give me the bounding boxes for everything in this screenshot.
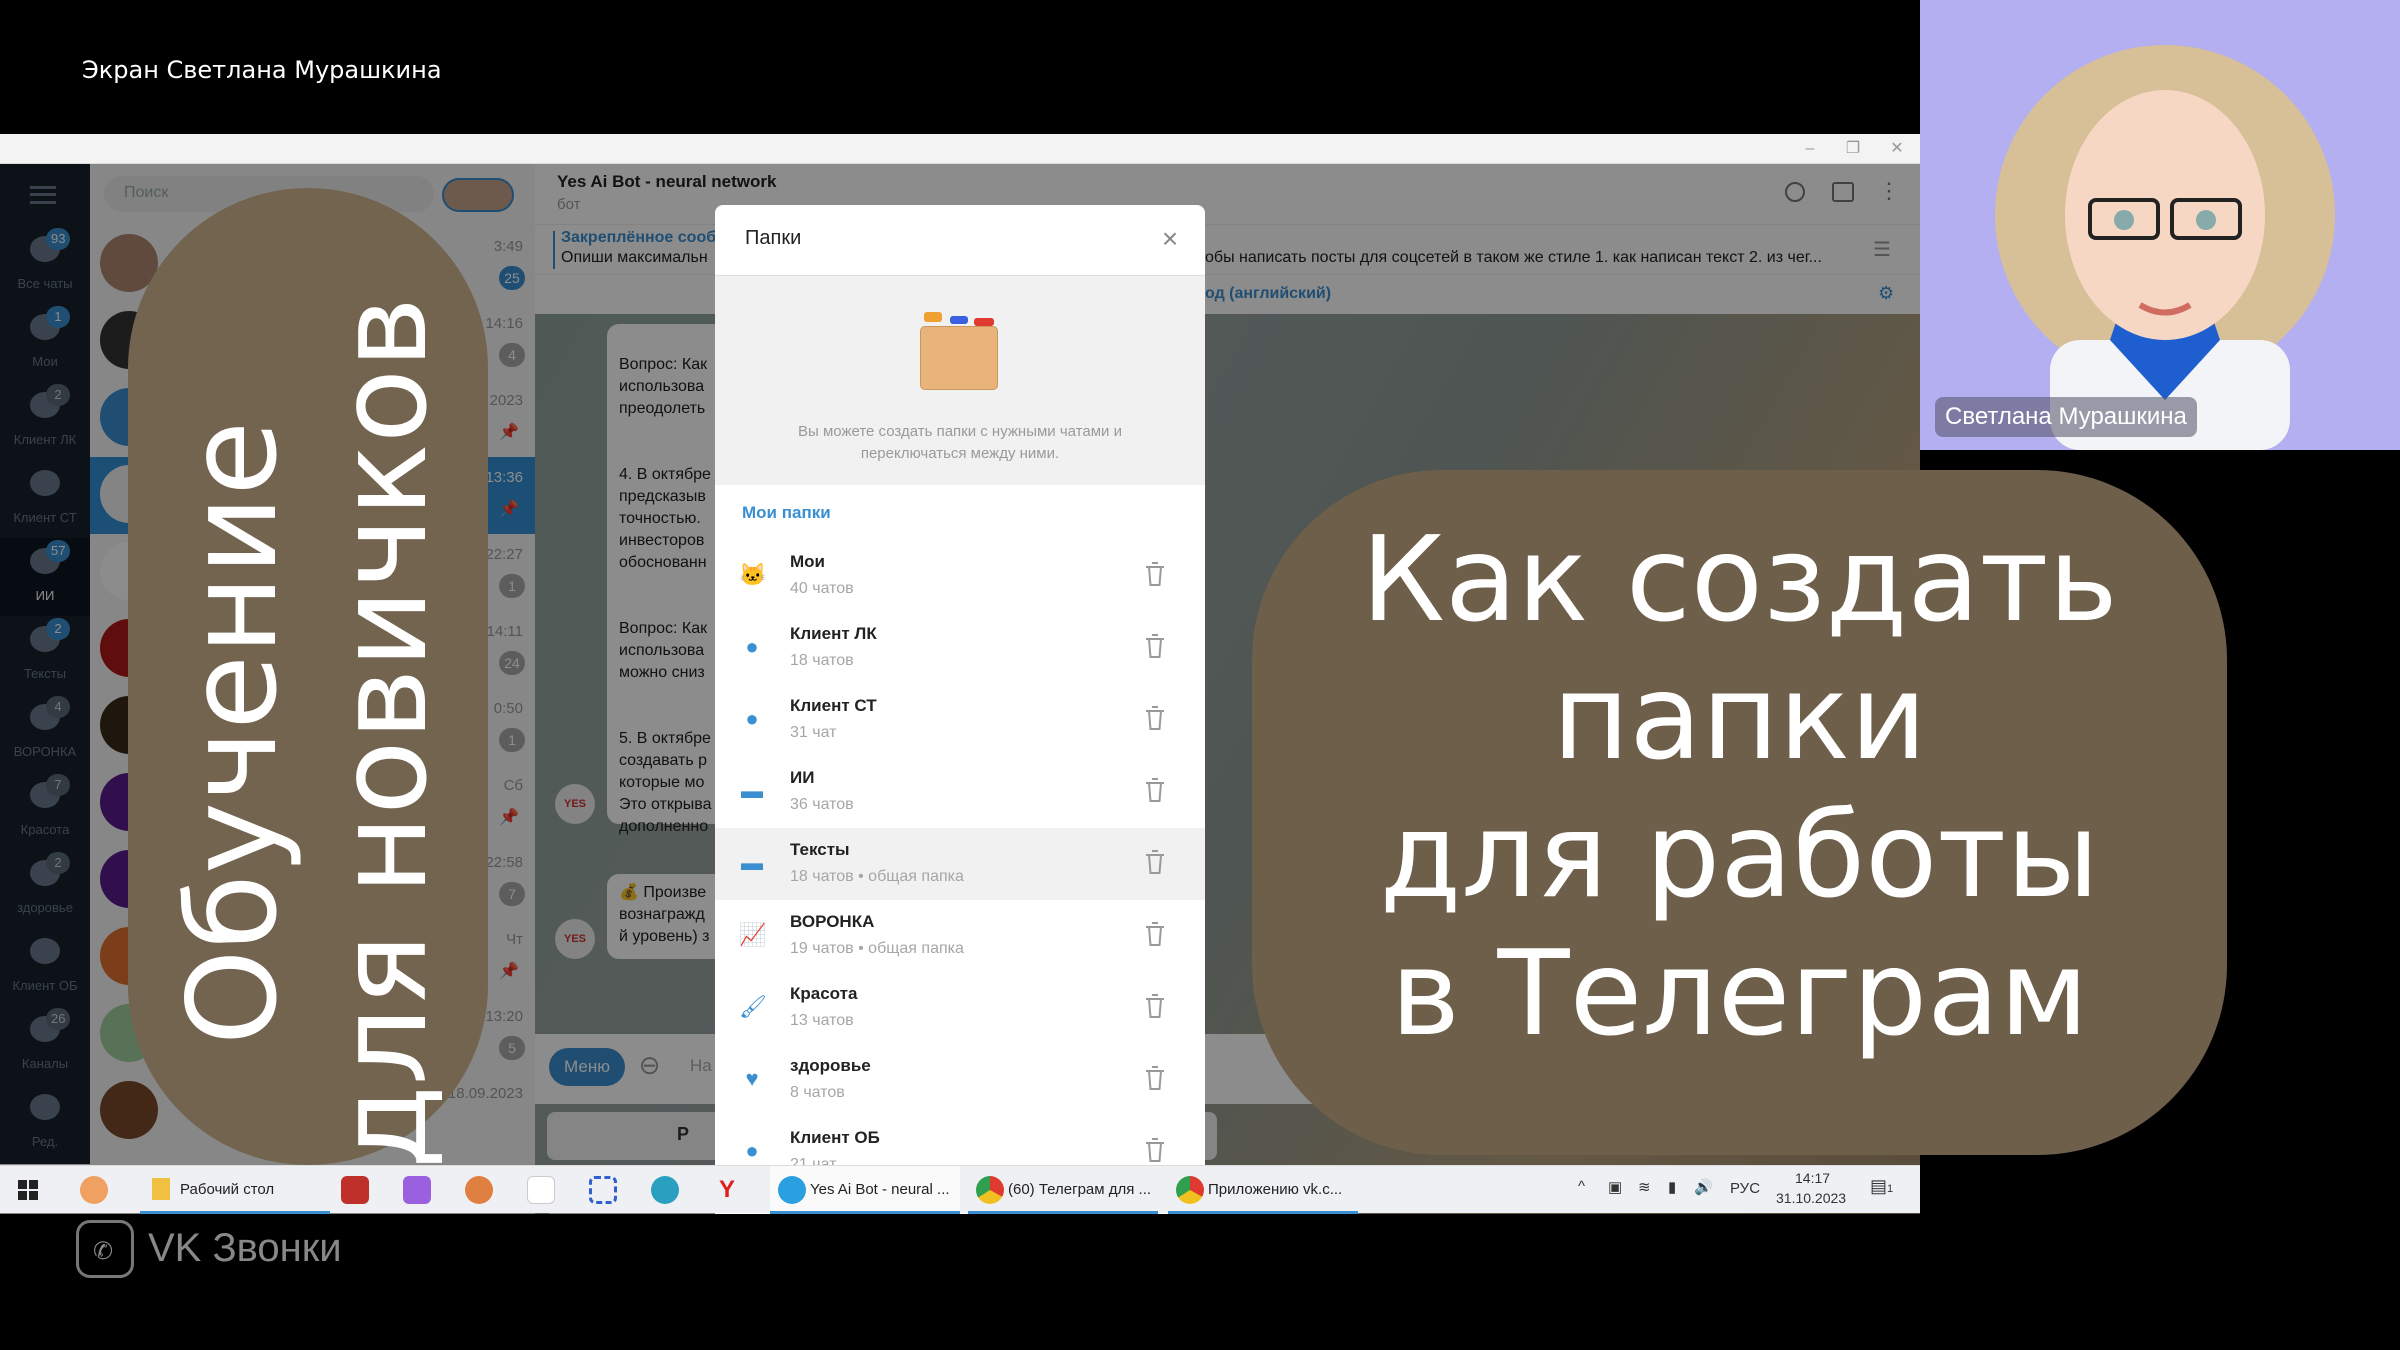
folder-icon: ▬	[741, 850, 763, 875]
taskbar-app-telegram[interactable]: Yes Ai Bot - neural ...	[770, 1166, 960, 1214]
promo-right-line-3: для работы	[1379, 786, 2100, 924]
windows-start-icon[interactable]	[18, 1180, 38, 1200]
folder-chat-count: 31 чат	[790, 724, 837, 741]
folder-chat-count: 8 чатов	[790, 1084, 845, 1101]
trash-icon[interactable]	[1143, 776, 1167, 804]
trash-icon[interactable]	[1143, 920, 1167, 948]
promo-right-line-1: Как создать	[1361, 510, 2118, 648]
folder-name: Мои	[790, 552, 825, 571]
folder-row[interactable]: ♥ здоровье 8 чатов	[715, 1044, 1205, 1116]
folder-row[interactable]: 📈 ВОРОНКА 19 чатов • общая папка	[715, 900, 1205, 972]
volume-icon[interactable]: 🔊	[1694, 1178, 1713, 1196]
trash-icon[interactable]	[1143, 1136, 1167, 1164]
brush-icon: 🖌	[739, 994, 767, 1019]
folder-row[interactable]: 🖌 Красота 13 чатов	[715, 972, 1205, 1044]
screen-share-label: Экран Светлана Мурашкина	[82, 56, 442, 84]
tray-chevron-icon[interactable]: ^	[1578, 1178, 1585, 1195]
notifications-icon[interactable]: ▤1	[1870, 1176, 1893, 1197]
trash-icon[interactable]	[1143, 560, 1167, 588]
person-icon: ●	[745, 634, 759, 659]
folder-name: Красота	[790, 984, 858, 1003]
paint-icon[interactable]	[465, 1176, 493, 1204]
tray-network-icon[interactable]: ▣	[1608, 1178, 1622, 1196]
capcut-icon[interactable]	[527, 1176, 555, 1204]
folder-chat-count: 36 чатов	[790, 796, 854, 813]
taskbar-app-chrome-2[interactable]: Приложению vk.c...	[1168, 1166, 1358, 1214]
close-window-button[interactable]: ✕	[1882, 138, 1912, 160]
folder-name: ИИ	[790, 768, 815, 787]
folder-chat-count: 40 чатов	[790, 580, 854, 597]
close-icon[interactable]: ×	[1155, 223, 1185, 255]
folder-name: Клиент СТ	[790, 696, 877, 715]
edge-icon[interactable]	[651, 1176, 679, 1204]
folder-row[interactable]: ▬ Тексты 18 чатов • общая папка	[715, 828, 1205, 900]
heart-icon: ♥	[745, 1066, 759, 1091]
folder-icon: ▬	[741, 778, 763, 803]
snipping-tool-icon[interactable]	[589, 1176, 617, 1204]
promo-right-text: Как создать папки для работы в Телеграм	[1252, 510, 2227, 1062]
promo-left-text: Обучение для новичков	[158, 288, 458, 1178]
folder-name: Клиент ОБ	[790, 1128, 880, 1147]
participant-video[interactable]	[1920, 0, 2400, 450]
vk-calls-logo-icon: ✆	[76, 1220, 134, 1278]
trash-icon[interactable]	[1143, 632, 1167, 660]
folder-name: ВОРОНКА	[790, 912, 875, 931]
folder-chat-count: 19 чатов • общая папка	[790, 940, 964, 957]
trash-icon[interactable]	[1143, 848, 1167, 876]
my-folders-heading: Мои папки	[742, 503, 831, 522]
folder-row[interactable]: ● Клиент ЛК 18 чатов	[715, 612, 1205, 684]
folder-chat-count: 13 чатов	[790, 1012, 854, 1029]
promo-left-line-1: Обучение	[162, 420, 304, 1046]
folder-row[interactable]: ▬ ИИ 36 чатов	[715, 756, 1205, 828]
promo-right-line-4: в Телеграм	[1390, 924, 2089, 1062]
participant-name-label: Светлана Мурашкина	[1935, 397, 2197, 437]
clock-date[interactable]: 31.10.2023	[1776, 1190, 1846, 1206]
taskbar-app-chrome-1[interactable]: (60) Телеграм для ...	[968, 1166, 1158, 1214]
promo-left-line-2: для новичков	[312, 296, 454, 1170]
vk-calls-brand: VK Звонки	[148, 1226, 342, 1270]
folder-chat-count: 18 чатов • общая папка	[790, 868, 964, 885]
folder-row[interactable]: 🐱 Мои 40 чатов	[715, 540, 1205, 612]
folders-illustration-icon	[918, 312, 1000, 392]
window-titlebar: – ❐ ✕	[0, 134, 1920, 164]
dialog-title: Папки	[745, 227, 802, 249]
clock-time[interactable]: 14:17	[1795, 1170, 1830, 1186]
folders-dialog: Папки × Вы можете создать папки с нужным…	[715, 205, 1205, 1214]
trash-icon[interactable]	[1143, 704, 1167, 732]
restore-button[interactable]: ❐	[1838, 138, 1868, 160]
folder-name: Клиент ЛК	[790, 624, 877, 643]
chart-icon: 📈	[739, 922, 767, 947]
trash-icon[interactable]	[1143, 1064, 1167, 1092]
minimize-button[interactable]: –	[1795, 138, 1825, 160]
language-indicator[interactable]: РУС	[1730, 1180, 1760, 1197]
clipchamp-icon[interactable]	[403, 1176, 431, 1204]
folder-name: здоровье	[790, 1056, 871, 1075]
app-icon[interactable]	[80, 1176, 108, 1204]
dialog-hero: Вы можете создать папки с нужными чатами…	[715, 275, 1205, 485]
dialog-description: Вы можете создать папки с нужными чатами…	[798, 423, 1122, 462]
person-icon: ●	[745, 706, 759, 731]
recorder-app-icon[interactable]	[341, 1176, 369, 1204]
promo-right-line-2: папки	[1552, 648, 1927, 786]
avatar-illustration	[1995, 45, 2335, 450]
folder-chat-count: 18 чатов	[790, 652, 854, 669]
wifi-icon[interactable]: ≋	[1638, 1178, 1651, 1196]
cat-icon: 🐱	[739, 562, 767, 587]
person-icon: ●	[745, 1138, 759, 1163]
folder-name: Тексты	[790, 840, 850, 859]
folder-row[interactable]: ● Клиент СТ 31 чат	[715, 684, 1205, 756]
yandex-icon[interactable]: Y	[713, 1176, 741, 1204]
microphone-icon[interactable]: ▮	[1668, 1178, 1676, 1196]
trash-icon[interactable]	[1143, 992, 1167, 1020]
